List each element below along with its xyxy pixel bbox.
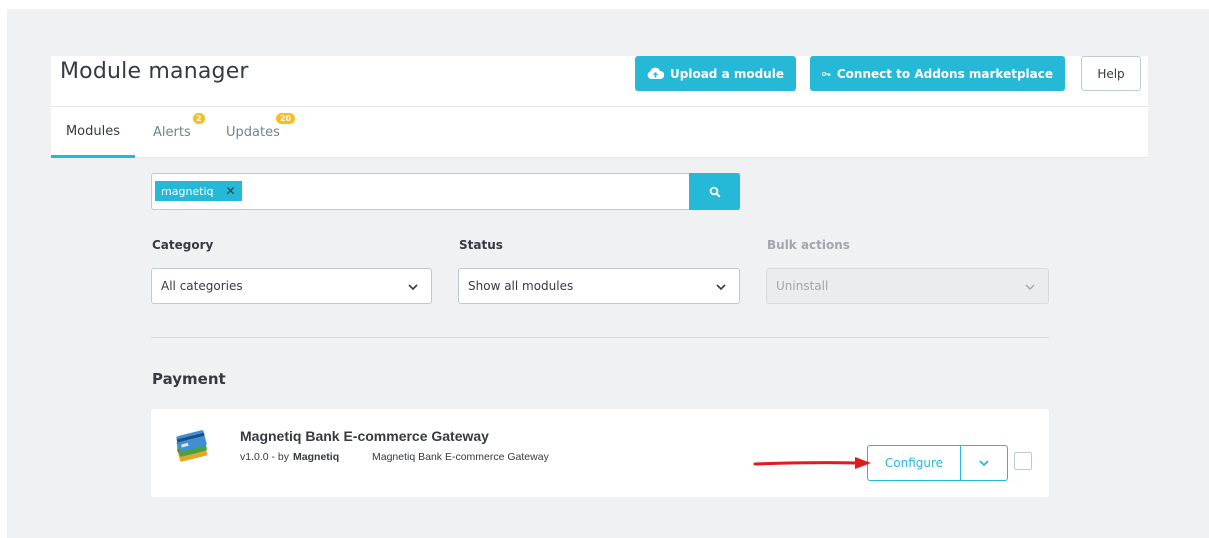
- chevron-down-icon: [716, 284, 726, 291]
- module-select-checkbox[interactable]: [1014, 452, 1032, 470]
- updates-count-badge: 20: [276, 113, 295, 124]
- bulk-actions-label: Bulk actions: [767, 238, 850, 252]
- module-list-panel: magnetiq ✕ Category All categories Statu…: [51, 158, 1148, 516]
- chevron-down-icon: [1025, 284, 1035, 290]
- tab-modules-label: Modules: [65, 123, 121, 139]
- module-name: Magnetiq Bank E-commerce Gateway: [240, 428, 489, 444]
- tab-bar: Modules Alerts 2 Updates 20: [51, 107, 1148, 158]
- bulk-actions-select: Uninstall: [766, 268, 1049, 304]
- alerts-count-badge: 2: [193, 113, 205, 124]
- annotation-arrow-icon: [753, 457, 871, 469]
- search-button[interactable]: [689, 173, 740, 210]
- help-button[interactable]: Help: [1081, 56, 1141, 91]
- page-title: Module manager: [60, 59, 249, 84]
- module-version: v1.0.0 - by: [240, 451, 290, 463]
- module-version-author: v1.0.0 - by Magnetiq: [240, 451, 339, 463]
- chevron-down-icon: [408, 284, 418, 291]
- category-filter-label: Category: [152, 238, 214, 252]
- module-description: Magnetiq Bank E-commerce Gateway: [372, 451, 549, 463]
- cloud-upload-icon: [647, 67, 665, 79]
- category-select-value: All categories: [161, 279, 243, 293]
- module-row: Magnetiq Bank E-commerce Gateway v1.0.0 …: [151, 409, 1049, 497]
- section-divider: [151, 337, 1049, 338]
- key-icon: [822, 71, 831, 76]
- configure-button[interactable]: Configure: [868, 446, 961, 480]
- status-select-value: Show all modules: [468, 279, 574, 293]
- connect-addons-button[interactable]: Connect to Addons marketplace: [810, 56, 1065, 91]
- tab-alerts[interactable]: Alerts 2: [153, 107, 205, 158]
- status-select[interactable]: Show all modules: [458, 268, 740, 304]
- status-filter-label: Status: [459, 238, 503, 252]
- payment-section-title: Payment: [152, 370, 226, 388]
- search-tag-label: magnetiq: [161, 184, 214, 198]
- tab-modules[interactable]: Modules: [51, 107, 135, 158]
- tab-alerts-label: Alerts: [153, 125, 191, 140]
- category-select[interactable]: All categories: [151, 268, 432, 304]
- configure-dropdown-toggle[interactable]: [961, 446, 1007, 480]
- chevron-down-icon: [979, 460, 989, 467]
- search-icon: [709, 186, 721, 198]
- connect-addons-label: Connect to Addons marketplace: [836, 66, 1053, 81]
- credit-cards-icon: [176, 430, 208, 462]
- module-author: Magnetiq: [293, 451, 340, 463]
- tab-updates-label: Updates: [226, 125, 280, 140]
- search-tag: magnetiq ✕: [155, 181, 242, 201]
- upload-module-label: Upload a module: [670, 66, 784, 81]
- bulk-actions-value: Uninstall: [776, 279, 829, 293]
- tab-updates[interactable]: Updates 20: [226, 107, 295, 158]
- remove-tag-icon[interactable]: ✕: [226, 184, 236, 198]
- upload-module-button[interactable]: Upload a module: [635, 56, 796, 91]
- search-input[interactable]: magnetiq ✕: [151, 173, 740, 210]
- configure-button-group: Configure: [867, 445, 1008, 481]
